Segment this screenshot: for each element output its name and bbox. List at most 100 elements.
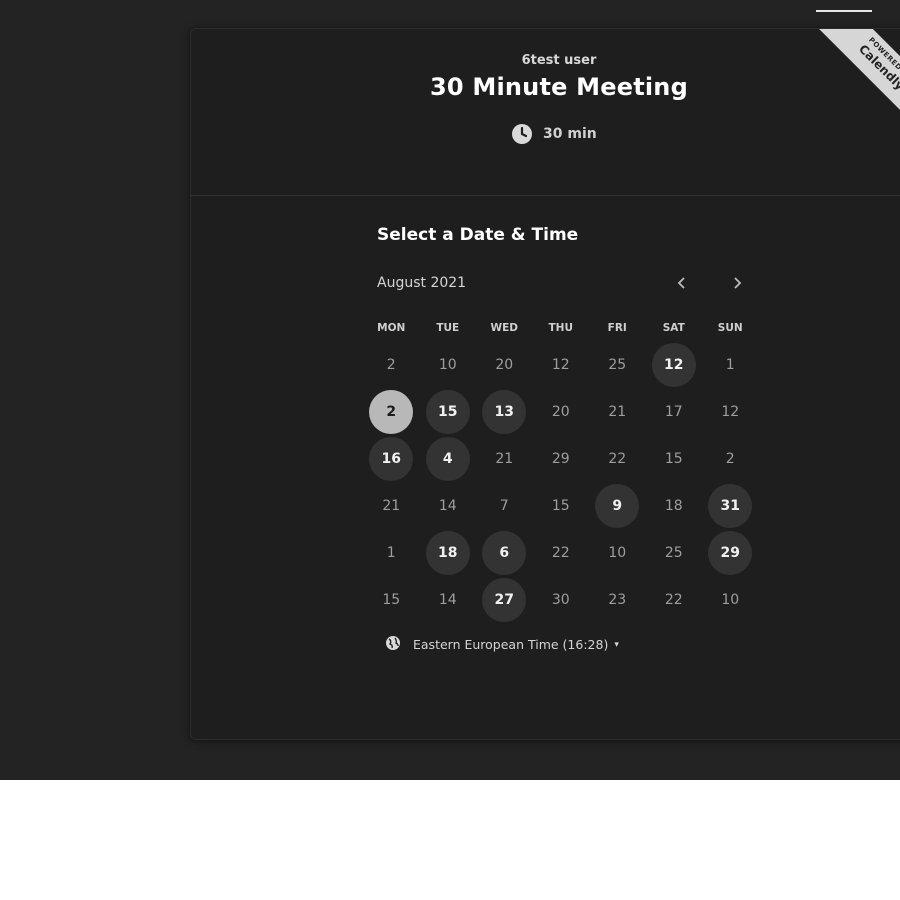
day-cell: 2 bbox=[363, 341, 420, 388]
event-title: 30 Minute Meeting bbox=[430, 73, 688, 101]
day-unavailable: 18 bbox=[664, 497, 683, 514]
day-cell: 25 bbox=[646, 529, 703, 576]
day-unavailable: 14 bbox=[438, 497, 457, 514]
day-unavailable: 14 bbox=[438, 591, 457, 608]
host-name: 6test user bbox=[521, 53, 597, 68]
timezone-selector[interactable]: Eastern European Time (16:28) ▾ bbox=[385, 635, 619, 654]
day-unavailable: 21 bbox=[382, 497, 401, 514]
weekday-label: TUE bbox=[436, 322, 460, 334]
day-cell: 10 bbox=[702, 576, 759, 623]
day-unavailable: 7 bbox=[499, 497, 509, 514]
day-cell: 4 bbox=[420, 435, 477, 482]
day-cell: 1 bbox=[702, 341, 759, 388]
day-unavailable: 21 bbox=[495, 450, 514, 467]
weekday-label: SUN bbox=[717, 322, 743, 334]
day-cell: 30 bbox=[533, 576, 590, 623]
day-cell: 2 bbox=[702, 435, 759, 482]
event-duration: 30 min bbox=[511, 123, 611, 145]
day-unavailable: 17 bbox=[664, 403, 683, 420]
caret-down-icon: ▾ bbox=[614, 639, 619, 650]
day-button-available[interactable]: 13 bbox=[482, 389, 527, 434]
chevron-right-icon bbox=[731, 274, 743, 295]
day-unavailable: 10 bbox=[721, 591, 740, 608]
day-button-available[interactable]: 6 bbox=[482, 530, 527, 575]
day-button-available[interactable]: 4 bbox=[425, 436, 470, 481]
day-cell: 13 bbox=[476, 388, 533, 435]
day-button-available[interactable]: 18 bbox=[425, 530, 470, 575]
day-unavailable: 15 bbox=[664, 450, 683, 467]
day-cell: 10 bbox=[589, 529, 646, 576]
day-cell: 15 bbox=[646, 435, 703, 482]
day-button-available[interactable]: 15 bbox=[425, 389, 470, 434]
day-cell: 18 bbox=[420, 529, 477, 576]
day-unavailable: 22 bbox=[664, 591, 683, 608]
day-unavailable: 15 bbox=[551, 497, 570, 514]
day-unavailable: 20 bbox=[495, 356, 514, 373]
day-cell: 22 bbox=[646, 576, 703, 623]
day-button-available[interactable]: 29 bbox=[708, 530, 753, 575]
day-cell: 22 bbox=[589, 435, 646, 482]
day-unavailable: 12 bbox=[551, 356, 570, 373]
day-button-available[interactable]: 27 bbox=[482, 577, 527, 622]
day-cell: 21 bbox=[476, 435, 533, 482]
day-button-available[interactable]: 12 bbox=[651, 342, 696, 387]
day-cell: 16 bbox=[363, 435, 420, 482]
day-unavailable: 1 bbox=[386, 544, 396, 561]
day-cell: 12 bbox=[533, 341, 590, 388]
day-unavailable: 12 bbox=[721, 403, 740, 420]
clock-icon bbox=[511, 123, 533, 145]
day-button-selected[interactable]: 2 bbox=[369, 389, 414, 434]
day-cell: 29 bbox=[702, 529, 759, 576]
day-cell: 21 bbox=[589, 388, 646, 435]
booking-card: 6test user 30 Minute Meeting 30 min POWE… bbox=[190, 28, 900, 740]
calendar-grid: MON TUE WED THU FRI SAT SUN 2 10 20 12 25 12 1… bbox=[363, 319, 763, 623]
day-unavailable: 29 bbox=[551, 450, 570, 467]
day-button-available[interactable]: 16 bbox=[369, 436, 414, 481]
weekday-label: WED bbox=[490, 322, 518, 334]
day-cell: 29 bbox=[533, 435, 590, 482]
day-unavailable: 2 bbox=[386, 356, 396, 373]
day-cell: 15 bbox=[363, 576, 420, 623]
chevron-left-icon bbox=[676, 274, 688, 295]
day-cell: 12 bbox=[702, 388, 759, 435]
globe-icon bbox=[385, 635, 401, 654]
day-cell: 23 bbox=[589, 576, 646, 623]
day-unavailable: 10 bbox=[608, 544, 627, 561]
timezone-label: Eastern European Time (16:28) bbox=[413, 637, 609, 652]
day-unavailable: 20 bbox=[551, 403, 570, 420]
day-cell: 7 bbox=[476, 482, 533, 529]
day-unavailable: 22 bbox=[551, 544, 570, 561]
day-unavailable: 23 bbox=[608, 591, 627, 608]
day-cell: 25 bbox=[589, 341, 646, 388]
day-cell: 2 bbox=[363, 388, 420, 435]
duration-label: 30 min bbox=[543, 126, 597, 142]
day-cell: 14 bbox=[420, 482, 477, 529]
day-unavailable: 25 bbox=[664, 544, 683, 561]
day-cell: 20 bbox=[476, 341, 533, 388]
section-title: Select a Date & Time bbox=[377, 225, 579, 245]
day-button-available[interactable]: 9 bbox=[595, 483, 640, 528]
previous-month-button[interactable] bbox=[667, 269, 697, 299]
day-unavailable: 25 bbox=[608, 356, 627, 373]
day-cell: 15 bbox=[533, 482, 590, 529]
day-cell: 21 bbox=[363, 482, 420, 529]
day-unavailable: 10 bbox=[438, 356, 457, 373]
day-unavailable: 30 bbox=[551, 591, 570, 608]
day-cell: 22 bbox=[533, 529, 590, 576]
day-cell: 31 bbox=[702, 482, 759, 529]
weekday-label: SAT bbox=[662, 322, 685, 334]
day-cell: 20 bbox=[533, 388, 590, 435]
day-cell: 14 bbox=[420, 576, 477, 623]
top-right-divider bbox=[816, 10, 872, 12]
weekday-label: MON bbox=[377, 322, 406, 334]
month-label: August 2021 bbox=[377, 275, 467, 291]
next-month-button[interactable] bbox=[722, 269, 752, 299]
day-unavailable: 1 bbox=[725, 356, 735, 373]
day-cell: 6 bbox=[476, 529, 533, 576]
day-cell: 15 bbox=[420, 388, 477, 435]
day-unavailable: 2 bbox=[725, 450, 735, 467]
day-unavailable: 15 bbox=[382, 591, 401, 608]
day-button-available[interactable]: 31 bbox=[708, 483, 753, 528]
days-grid: 2 10 20 12 25 12 1 2 15 13 20 21 17 12 16 4 21 29 22 15 2 21 1… bbox=[363, 341, 763, 623]
day-cell: 17 bbox=[646, 388, 703, 435]
